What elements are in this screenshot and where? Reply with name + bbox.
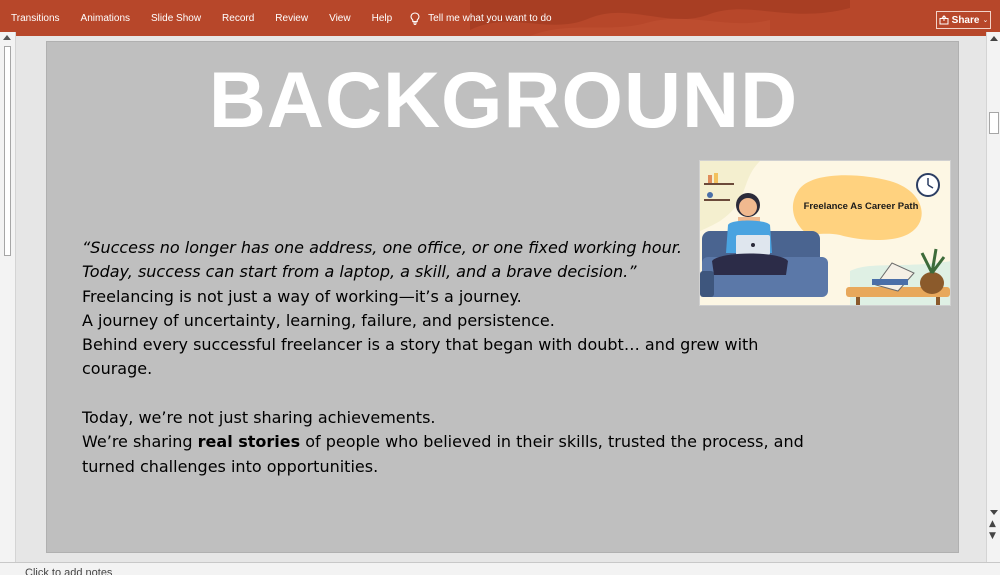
illustration-caption: Freelance As Career Path: [803, 201, 919, 212]
tell-me-label: Tell me what you want to do: [428, 12, 552, 24]
tab-review[interactable]: Review: [264, 13, 318, 24]
tab-slide-show[interactable]: Slide Show: [140, 13, 211, 24]
thumbnail-pane-scrollbar[interactable]: [0, 32, 16, 564]
slide-scrollbar[interactable]: ▲ ▼: [986, 32, 1000, 564]
next-slide-icon[interactable]: ▼: [989, 532, 996, 541]
notes-pane[interactable]: Click to add notes: [0, 562, 1000, 575]
tab-animations[interactable]: Animations: [70, 13, 140, 24]
previous-slide-icon[interactable]: ▲: [989, 520, 996, 529]
paragraph-line: courage.: [82, 359, 153, 379]
share-label: Share: [951, 14, 980, 26]
text-run: of people who believed in their skills, …: [300, 432, 804, 452]
tab-record[interactable]: Record: [211, 13, 264, 24]
slide-title[interactable]: BACKGROUND: [47, 60, 960, 139]
tell-me-search[interactable]: Tell me what you want to do: [410, 11, 552, 25]
chevron-down-icon: ⌄: [982, 17, 989, 24]
paragraph-line: Today, we’re not just sharing achievemen…: [82, 408, 436, 428]
scroll-down-arrow-icon[interactable]: [990, 510, 998, 515]
ribbon-tab-bar: Transitions Animations Slide Show Record…: [0, 0, 1000, 36]
paragraph-line: We’re sharing real stories of people who…: [82, 430, 842, 454]
scrollbar-thumb[interactable]: [4, 46, 11, 256]
notes-placeholder[interactable]: Click to add notes: [25, 567, 112, 575]
freelancer-illustration-art: [700, 161, 950, 305]
paragraph-line: Behind every successful freelancer is a …: [82, 335, 759, 355]
scrollbar-thumb[interactable]: [989, 112, 999, 134]
tab-help[interactable]: Help: [361, 13, 403, 24]
share-icon: [939, 15, 949, 25]
tab-transitions[interactable]: Transitions: [0, 13, 70, 24]
bold-text-run: real stories: [197, 432, 301, 452]
text-run: We’re sharing: [82, 432, 198, 452]
scroll-up-arrow-icon[interactable]: [990, 36, 998, 41]
paragraph-line: A journey of uncertainty, learning, fail…: [82, 310, 555, 330]
ribbon-tabs: Transitions Animations Slide Show Record…: [0, 0, 552, 36]
lightbulb-icon: [410, 11, 420, 25]
freelance-illustration[interactable]: Freelance As Career Path: [699, 160, 951, 306]
tab-view[interactable]: View: [318, 13, 361, 24]
scroll-up-arrow-icon[interactable]: [3, 35, 11, 40]
paragraph-line: turned challenges into opportunities.: [82, 456, 379, 476]
share-button[interactable]: Share ⌄: [936, 11, 991, 29]
